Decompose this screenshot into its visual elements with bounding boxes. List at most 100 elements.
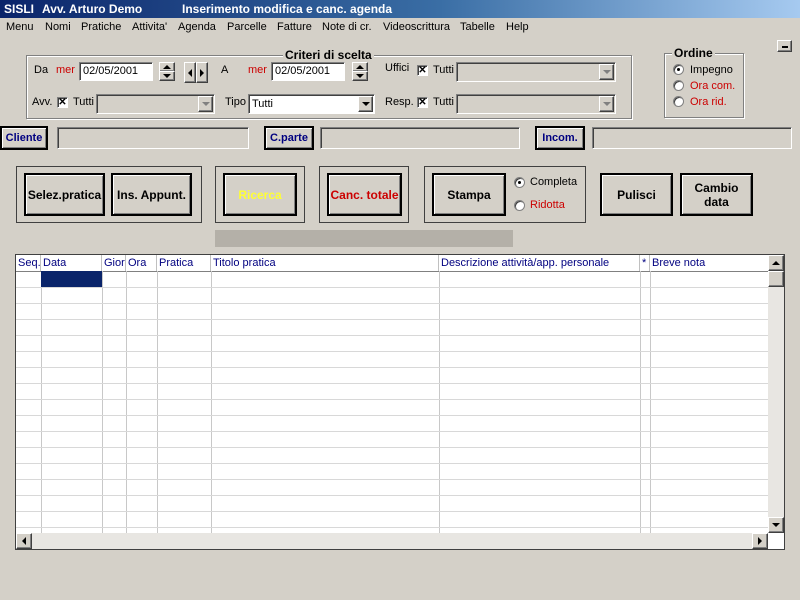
menu-item-fatture[interactable]: Fatture xyxy=(277,21,312,33)
tipo-dropdown-button[interactable] xyxy=(358,96,373,112)
col-header-descrizione[interactable]: Descrizione attività/app. personale xyxy=(439,255,640,271)
ordine-impegno-radio[interactable] xyxy=(673,64,684,75)
grid-column-line xyxy=(126,271,127,533)
selected-cell[interactable] xyxy=(41,271,102,287)
a-date-input[interactable]: 02/05/2001 xyxy=(271,62,345,81)
avv-tutti-label: Tutti xyxy=(73,96,94,108)
uffici-tutti-checkbox[interactable]: ✕ xyxy=(417,65,428,76)
criteri-title: Criteri di scelta xyxy=(283,48,374,62)
arrow-right-icon xyxy=(758,537,762,545)
avv-label: Avv. xyxy=(32,96,53,108)
menu-item-attivita[interactable]: Attivita' xyxy=(132,21,167,33)
uffici-select[interactable] xyxy=(456,62,616,82)
agenda-grid[interactable]: Seq. Data Giorn Ora Pratica Titolo prati… xyxy=(15,254,785,550)
resp-dropdown-button[interactable] xyxy=(599,96,614,112)
da-spin-down[interactable] xyxy=(159,71,175,81)
arrow-up-icon xyxy=(772,261,780,265)
grid-row-line xyxy=(16,303,768,304)
avv-select[interactable] xyxy=(96,94,215,114)
cliente-button[interactable]: Cliente xyxy=(0,126,48,150)
cparte-field[interactable] xyxy=(320,127,520,149)
da-label: Da xyxy=(34,64,49,76)
col-header-breve-nota[interactable]: Breve nota xyxy=(650,255,768,271)
menu-item-menu[interactable]: Menu xyxy=(6,21,34,33)
col-header-data[interactable]: Data xyxy=(41,255,102,271)
menu-item-videoscrittura[interactable]: Videoscrittura xyxy=(383,21,450,33)
minimize-icon xyxy=(781,46,788,48)
menu-item-agenda[interactable]: Agenda xyxy=(178,21,216,33)
resp-tutti-checkbox[interactable]: ✕ xyxy=(417,97,428,108)
grid-row-line xyxy=(16,287,768,288)
uffici-select-value xyxy=(457,61,463,77)
col-header-seq[interactable]: Seq. xyxy=(16,255,41,271)
a-spin-down[interactable] xyxy=(352,71,368,81)
menu-item-tabelle[interactable]: Tabelle xyxy=(460,21,495,33)
ordine-orarid-radio[interactable] xyxy=(673,96,684,107)
window-title: Inserimento modifica e canc. agenda xyxy=(182,2,393,16)
grid-row-line xyxy=(16,367,768,368)
horizontal-scrollbar[interactable] xyxy=(16,533,768,549)
ordine-orarid-label: Ora rid. xyxy=(690,96,727,108)
a-date-spinner[interactable] xyxy=(352,62,368,81)
col-header-pratica[interactable]: Pratica xyxy=(157,255,211,271)
grid-column-line xyxy=(650,271,651,533)
arrow-left-icon xyxy=(188,68,192,77)
ordine-title: Ordine xyxy=(672,46,715,60)
menu-item-nomi[interactable]: Nomi xyxy=(45,21,71,33)
grid-row-line xyxy=(16,431,768,432)
stampa-ridotta-radio[interactable] xyxy=(514,200,525,211)
cliente-field[interactable] xyxy=(57,127,249,149)
scroll-down-button[interactable] xyxy=(768,517,784,533)
avv-dropdown-button[interactable] xyxy=(198,96,213,112)
menu-item-pratiche[interactable]: Pratiche xyxy=(81,21,121,33)
date-prev-button[interactable] xyxy=(184,62,196,83)
tipo-label: Tipo xyxy=(225,96,246,108)
date-next-button[interactable] xyxy=(196,62,208,83)
scroll-left-button[interactable] xyxy=(16,533,32,549)
a-day: mer xyxy=(248,64,267,76)
chevron-up-icon xyxy=(356,65,364,69)
a-label: A xyxy=(221,64,229,76)
da-date-input[interactable]: 02/05/2001 xyxy=(79,62,153,81)
grid-row-line xyxy=(16,383,768,384)
arrow-down-icon xyxy=(772,523,780,527)
avv-tutti-checkbox[interactable]: ✕ xyxy=(57,97,68,108)
vertical-scrollbar[interactable] xyxy=(768,255,784,533)
resp-select[interactable] xyxy=(456,94,616,114)
canc-totale-button[interactable]: Canc. totale xyxy=(327,173,402,216)
chevron-down-icon xyxy=(201,102,210,106)
cparte-button[interactable]: C.parte xyxy=(264,126,314,150)
menu-item-note-di-cr[interactable]: Note di cr. xyxy=(322,21,372,33)
stampa-ridotta-label: Ridotta xyxy=(530,199,565,211)
incom-button[interactable]: Incom. xyxy=(535,126,585,150)
col-header-star[interactable]: * xyxy=(640,255,650,271)
menu-item-help[interactable]: Help xyxy=(506,21,529,33)
da-date-spinner[interactable] xyxy=(159,62,175,81)
scroll-thumb[interactable] xyxy=(768,271,784,287)
minimize-button[interactable] xyxy=(777,40,792,52)
ordine-oracom-radio[interactable] xyxy=(673,80,684,91)
menu-item-parcelle[interactable]: Parcelle xyxy=(227,21,267,33)
uffici-dropdown-button[interactable] xyxy=(599,64,614,80)
col-header-titolo[interactable]: Titolo pratica xyxy=(211,255,439,271)
resp-label: Resp. xyxy=(385,96,414,108)
chevron-down-icon xyxy=(356,74,364,78)
grid-row-line xyxy=(16,319,768,320)
pulisci-button[interactable]: Pulisci xyxy=(600,173,673,216)
incom-field[interactable] xyxy=(592,127,792,149)
col-header-giorn[interactable]: Giorn xyxy=(102,255,126,271)
grid-body[interactable] xyxy=(16,271,768,533)
grid-row-line xyxy=(16,351,768,352)
tipo-select[interactable]: Tutti xyxy=(248,94,375,114)
col-header-ora[interactable]: Ora xyxy=(126,255,157,271)
selez-pratica-button[interactable]: Selez.pratica xyxy=(24,173,105,216)
status-bar xyxy=(215,230,513,247)
scroll-up-button[interactable] xyxy=(768,255,784,271)
stampa-completa-radio[interactable] xyxy=(514,177,525,188)
ricerca-button[interactable]: Ricerca xyxy=(223,173,297,216)
grid-column-line xyxy=(640,271,641,533)
cambio-data-button[interactable]: Cambio data xyxy=(680,173,753,216)
ins-appunt-button[interactable]: Ins. Appunt. xyxy=(111,173,192,216)
scroll-right-button[interactable] xyxy=(752,533,768,549)
stampa-button[interactable]: Stampa xyxy=(432,173,506,216)
